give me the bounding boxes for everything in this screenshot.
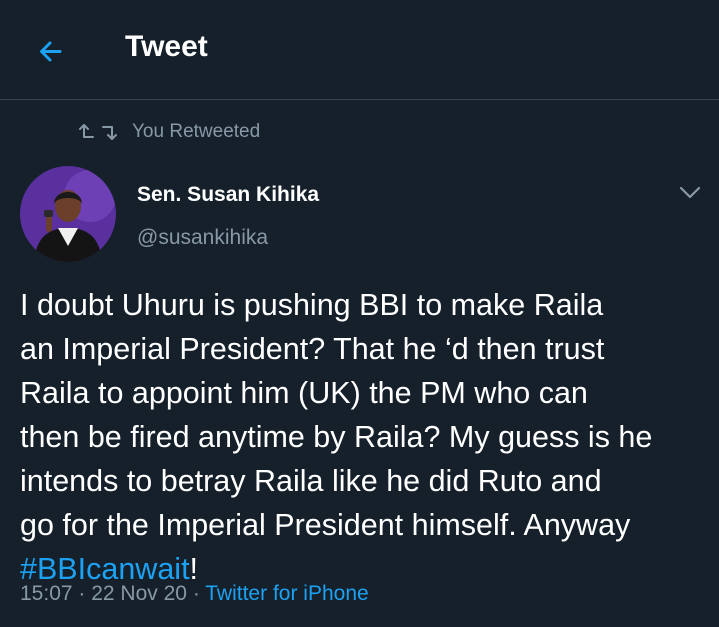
author-handle[interactable]: @susankihika — [137, 226, 268, 250]
page-title: Tweet — [125, 30, 208, 63]
author-name[interactable]: Sen. Susan Kihika — [137, 183, 319, 207]
avatar[interactable] — [20, 166, 116, 262]
retweet-label: You Retweeted — [132, 121, 261, 142]
avatar-image — [20, 166, 116, 262]
tweet-text: I doubt Uhuru is pushing BBI to make Rai… — [20, 283, 710, 591]
separator: · — [192, 582, 206, 605]
hashtag-link[interactable]: #BBIcanwait — [20, 552, 190, 586]
chevron-down-icon — [679, 186, 701, 199]
more-options-button[interactable] — [676, 180, 704, 204]
back-button[interactable] — [32, 32, 72, 72]
arrow-left-icon — [40, 41, 62, 62]
separator: · — [78, 582, 92, 605]
tweet-metadata: 15:07 · 22 Nov 20 · Twitter for iPhone — [20, 582, 369, 606]
top-bar: Tweet — [0, 0, 719, 100]
tweet-source-link[interactable]: Twitter for iPhone — [205, 582, 368, 605]
retweet-indicator: You Retweeted — [78, 118, 260, 146]
tweet-body: I doubt Uhuru is pushing BBI to make Rai… — [20, 288, 653, 542]
tweet-time: 15:07 — [20, 582, 73, 605]
tweet-date: 22 Nov 20 — [91, 582, 187, 605]
tweet-tail: ! — [189, 552, 199, 586]
retweet-icon — [79, 124, 117, 140]
